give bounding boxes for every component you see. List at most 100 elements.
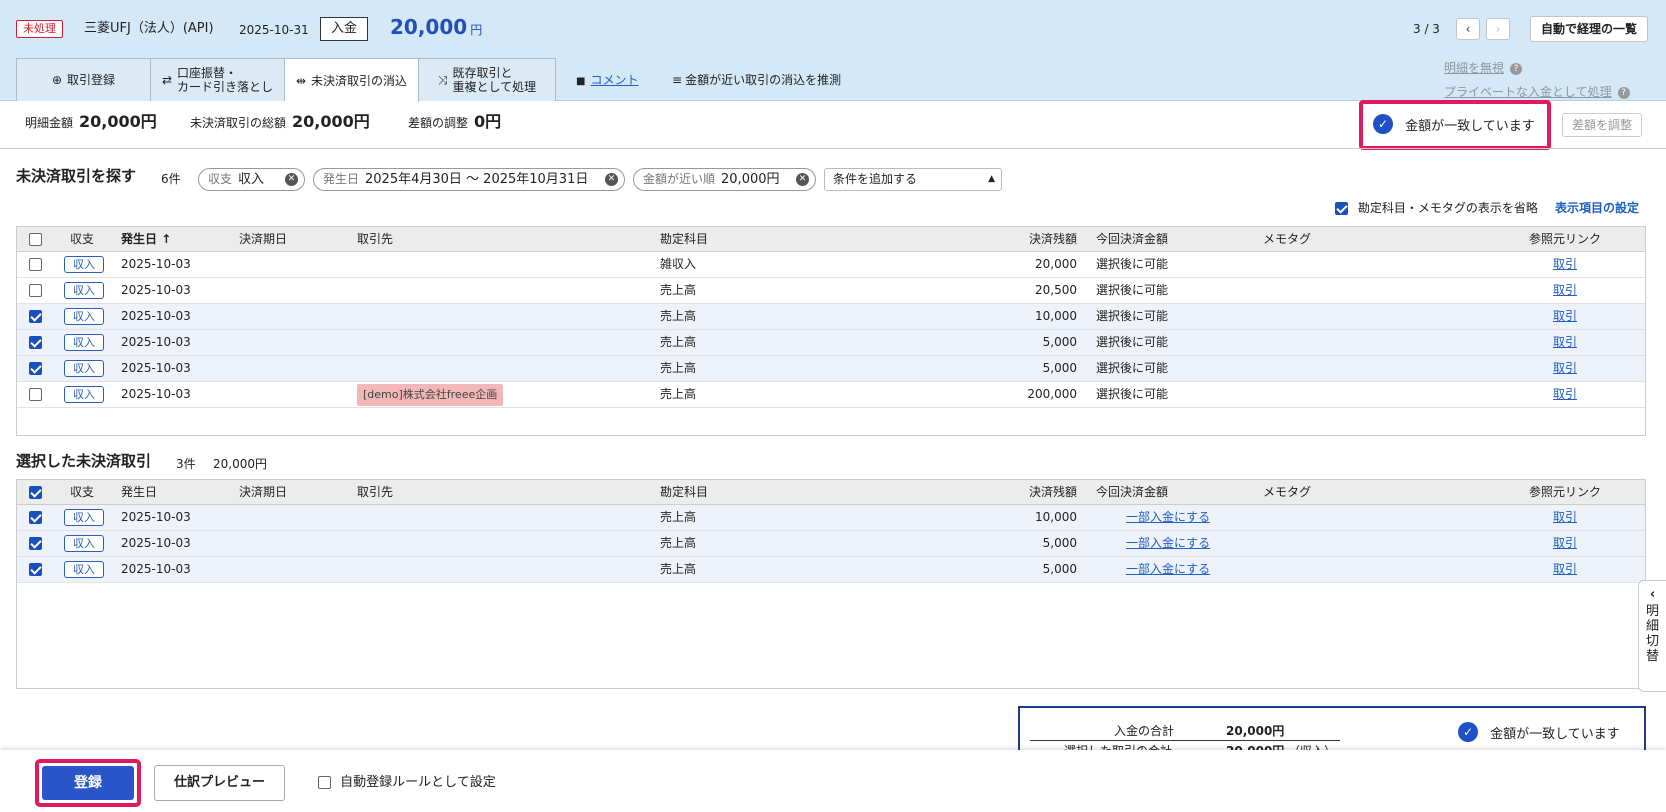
row-current: 選択後に可能 <box>1096 361 1169 375</box>
comment-link[interactable]: ■ コメント <box>576 72 638 90</box>
income-badge: 収入 <box>64 360 104 377</box>
row-date: 2025-10-03 <box>121 510 191 524</box>
match-indicator: ✓ 金額が一致しています <box>1359 100 1551 150</box>
income-badge: 収入 <box>64 334 104 351</box>
table-row[interactable]: 収入 2025-10-03 [demo]株式会社freee企画 売上高 200,… <box>17 382 1645 408</box>
transfer-icon: ⇄ <box>161 73 173 87</box>
row-checkbox[interactable] <box>29 284 42 297</box>
auto-rule-option[interactable]: 自動登録ルールとして設定 <box>318 774 496 792</box>
table-row[interactable]: 収入 2025-10-03 雑収入 20,000 選択後に可能 取引 <box>17 252 1645 278</box>
row-checkbox[interactable] <box>29 336 42 349</box>
adjust-diff-button[interactable]: 差額を調整 <box>1562 113 1643 137</box>
type-box: 入金 <box>320 17 369 41</box>
next-page-button[interactable]: › <box>1486 18 1510 40</box>
row-current: 一部入金にする <box>1126 505 1210 530</box>
row-checkbox[interactable] <box>29 362 42 375</box>
table-row[interactable]: 収入 2025-10-03 売上高 10,000 選択後に可能 取引 <box>17 304 1645 330</box>
row-checkbox[interactable] <box>29 310 42 323</box>
table-row[interactable]: 収入 2025-10-03 売上高 10,000 一部入金にする 取引 <box>17 505 1645 531</box>
ref-link[interactable]: 取引 <box>1553 562 1577 576</box>
row-checkbox[interactable] <box>29 537 42 550</box>
auto-rule-checkbox[interactable] <box>318 776 331 789</box>
income-badge: 収入 <box>64 509 104 526</box>
row-current: 一部入金にする <box>1126 557 1210 582</box>
merge-icon: ⤨ <box>437 73 448 87</box>
statement-date: 2025-10-31 <box>239 23 309 37</box>
table-row[interactable]: 収入 2025-10-03 売上高 5,000 選択後に可能 取引 <box>17 330 1645 356</box>
status-badge: 未処理 <box>16 20 63 38</box>
private-link[interactable]: プライベートな入金として処理? <box>1444 84 1630 100</box>
search-title: 未決済取引を探す <box>16 167 137 185</box>
ref-link[interactable]: 取引 <box>1553 536 1577 550</box>
selected-amount: 20,000円 <box>213 457 267 471</box>
income-badge: 収入 <box>64 308 104 325</box>
tab-reconcile[interactable]: ⇹ 未決済取引の消込 <box>285 58 419 102</box>
ignore-link[interactable]: 明細を無視? <box>1444 60 1523 76</box>
register-button[interactable]: 登録 <box>42 766 134 800</box>
register-highlight: 登録 <box>35 759 141 807</box>
tab-duplicate[interactable]: ⤨ 既存取引と 重複として処理 <box>419 58 556 101</box>
auto-list-button[interactable]: 自動で経理の一覧 <box>1530 16 1649 42</box>
partial-deposit-link[interactable]: 一部入金にする <box>1126 536 1210 550</box>
tab-transfer[interactable]: ⇄ 口座振替・ カード引き落とし <box>151 58 285 101</box>
partial-deposit-link[interactable]: 一部入金にする <box>1126 562 1210 576</box>
ref-link[interactable]: 取引 <box>1553 283 1577 297</box>
selected-count: 3件 <box>176 457 196 471</box>
row-account: 売上高 <box>660 510 697 524</box>
ref-link[interactable]: 取引 <box>1553 361 1577 375</box>
tab-bar: ⊕ 取引登録 ⇄ 口座振替・ カード引き落とし ⇹ 未決済取引の消込 ⤨ 既存取… <box>16 58 556 102</box>
preview-button[interactable]: 仕訳プレビュー <box>154 765 285 801</box>
row-date: 2025-10-03 <box>121 536 191 550</box>
filter-chip-type[interactable]: 収支 収入 ✕ <box>198 168 305 191</box>
search-count: 6件 <box>161 172 181 186</box>
select-all-checkbox[interactable] <box>29 233 42 246</box>
reconcile-icon: ⇹ <box>295 73 307 88</box>
display-settings-link[interactable]: 表示項目の設定 <box>1555 200 1639 216</box>
help-icon: ? <box>1510 63 1523 75</box>
ref-link[interactable]: 取引 <box>1553 387 1577 401</box>
ref-link[interactable]: 取引 <box>1553 309 1577 323</box>
ref-link[interactable]: 取引 <box>1553 510 1577 524</box>
filter-chip-amount[interactable]: 金額が近い順 20,000円 ✕ <box>633 168 816 191</box>
sort-date-header[interactable]: 発生日 ↑ <box>121 227 171 252</box>
omit-checkbox[interactable] <box>1335 202 1348 215</box>
table-header: 収支 発生日 ↑ 決済期日 取引先 勘定科目 決済残額 今回決済金額 メモタグ … <box>17 227 1645 252</box>
row-checkbox[interactable] <box>29 388 42 401</box>
omit-option[interactable]: 勘定科目・メモタグの表示を省略 <box>1335 200 1538 216</box>
table-row[interactable]: 収入 2025-10-03 売上高 5,000 一部入金にする 取引 <box>17 557 1645 583</box>
row-balance: 5,000 <box>1042 562 1077 576</box>
row-balance: 5,000 <box>1042 536 1077 550</box>
close-icon[interactable]: ✕ <box>285 173 298 186</box>
plus-circle-icon: ⊕ <box>51 73 63 87</box>
close-icon[interactable]: ✕ <box>796 173 809 186</box>
suggest-link[interactable]: ≡ 金額が近い取引の消込を推測 <box>672 72 841 88</box>
prev-page-button[interactable]: ‹ <box>1456 18 1480 40</box>
suggest-icon: ≡ <box>672 73 683 87</box>
row-account: 売上高 <box>660 335 697 349</box>
close-icon[interactable]: ✕ <box>605 173 618 186</box>
row-balance: 5,000 <box>1042 361 1077 375</box>
row-account: 売上高 <box>660 562 697 576</box>
filter-chip-date[interactable]: 発生日 2025年4月30日 〜 2025年10月31日 ✕ <box>313 168 625 191</box>
table-row[interactable]: 収入 2025-10-03 売上高 5,000 一部入金にする 取引 <box>17 531 1645 557</box>
row-balance: 5,000 <box>1042 335 1077 349</box>
add-condition-select[interactable]: 条件を追加する ▲ <box>824 168 1002 191</box>
row-current: 選択後に可能 <box>1096 309 1169 323</box>
select-all-checkbox[interactable] <box>29 486 42 499</box>
income-badge: 収入 <box>64 282 104 299</box>
table-row[interactable]: 収入 2025-10-03 売上高 5,000 選択後に可能 取引 <box>17 356 1645 382</box>
divider <box>0 148 1666 149</box>
detail-switch-tab[interactable]: ‹ 明細切替 <box>1638 580 1666 692</box>
table-row[interactable]: 収入 2025-10-03 売上高 20,500 選択後に可能 取引 <box>17 278 1645 304</box>
partner-tag: [demo]株式会社freee企画 <box>357 384 504 406</box>
row-checkbox[interactable] <box>29 563 42 576</box>
partial-deposit-link[interactable]: 一部入金にする <box>1126 510 1210 524</box>
row-date: 2025-10-03 <box>121 562 191 576</box>
ref-link[interactable]: 取引 <box>1553 335 1577 349</box>
row-checkbox[interactable] <box>29 511 42 524</box>
row-balance: 200,000 <box>1027 387 1077 401</box>
tab-register[interactable]: ⊕ 取引登録 <box>16 58 151 101</box>
row-checkbox[interactable] <box>29 258 42 271</box>
row-balance: 10,000 <box>1035 309 1077 323</box>
ref-link[interactable]: 取引 <box>1553 257 1577 271</box>
